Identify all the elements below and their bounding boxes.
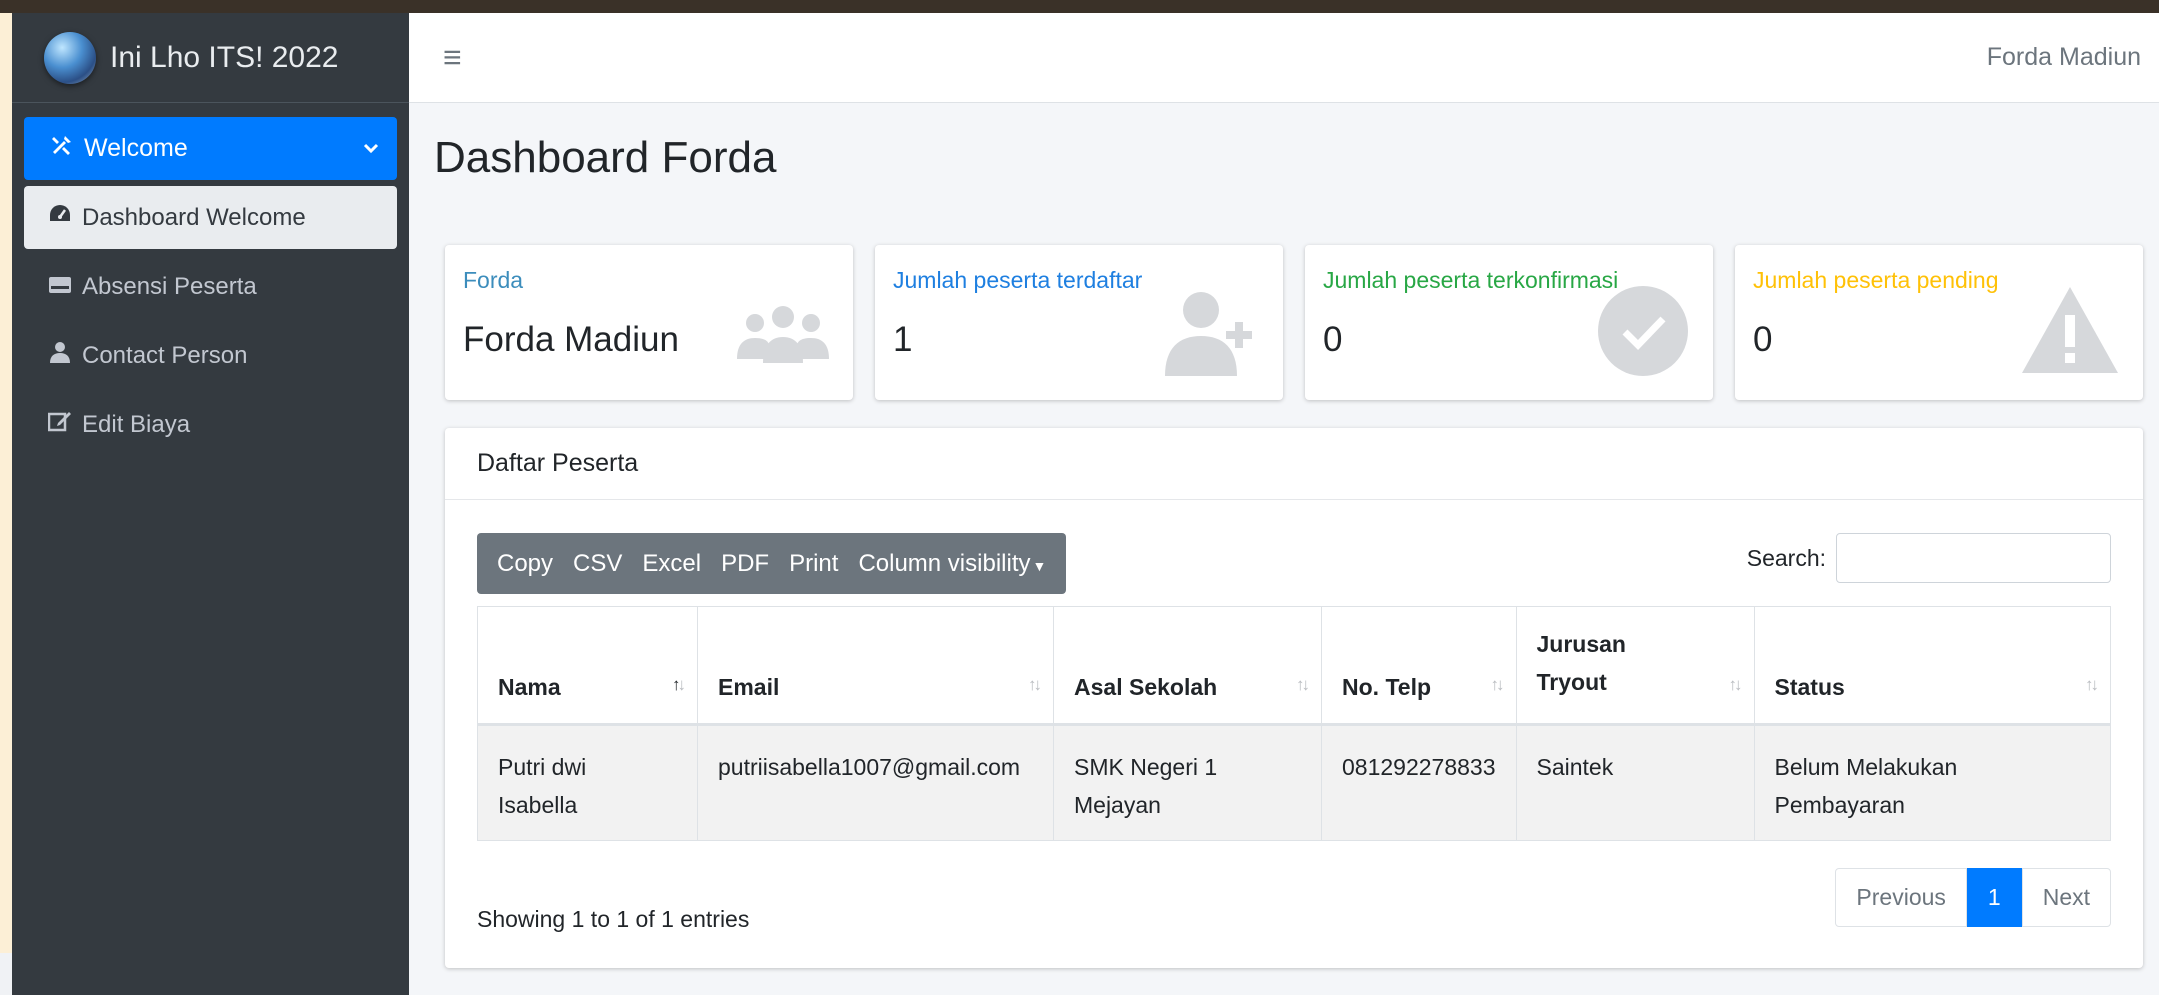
stat-card-terdaftar: Jumlah peserta terdaftar 1 bbox=[875, 245, 1283, 400]
check-circle-icon bbox=[1597, 285, 1689, 382]
csv-button[interactable]: CSV bbox=[563, 550, 632, 578]
edit-icon bbox=[46, 410, 74, 439]
sort-icon: ↑↓ bbox=[1028, 675, 1042, 694]
sort-icon: ↑↓ bbox=[1296, 675, 1310, 694]
table-row: Putri dwi Isabella putriisabella1007@gma… bbox=[477, 724, 2111, 841]
brand-title: Ini Lho ITS! 2022 bbox=[110, 40, 339, 74]
users-icon bbox=[733, 303, 833, 368]
sidebar-item-contact-person[interactable]: Contact Person bbox=[24, 324, 397, 387]
copy-button[interactable]: Copy bbox=[487, 550, 563, 578]
column-header-nama[interactable]: Nama ↑↓ bbox=[477, 606, 698, 726]
chevron-down-icon bbox=[363, 134, 379, 163]
sidebar-item-label: Contact Person bbox=[82, 341, 248, 369]
window-left-edge bbox=[0, 13, 12, 953]
window-bottom-left bbox=[0, 953, 12, 995]
warning-icon bbox=[2021, 285, 2119, 380]
cell-status: Belum Melakukan Pembayaran bbox=[1753, 724, 2111, 841]
cell-nama: Putri dwi Isabella bbox=[477, 724, 698, 841]
topbar: ≡ Forda Madiun bbox=[409, 13, 2159, 103]
cell-no-telp: 081292278833 bbox=[1321, 724, 1517, 841]
sidebar-item-label: Dashboard Welcome bbox=[82, 203, 306, 231]
window-top-edge bbox=[0, 0, 2159, 13]
cell-jurusan-tryout: Saintek bbox=[1515, 724, 1755, 841]
sidebar-item-welcome[interactable]: Welcome bbox=[24, 117, 397, 180]
column-header-no-telp[interactable]: No. Telp ↑↓ bbox=[1321, 606, 1517, 726]
stat-card-forda: Forda Forda Madiun bbox=[445, 245, 853, 400]
search-input[interactable] bbox=[1836, 533, 2111, 583]
sort-icon: ↑↓ bbox=[1728, 675, 1743, 694]
sidebar: Ini Lho ITS! 2022 Welcome Dashboard Welc… bbox=[12, 13, 409, 995]
pagination: Previous 1 Next bbox=[1835, 868, 2111, 927]
user-plus-icon bbox=[1161, 290, 1261, 381]
sidebar-item-label: Absensi Peserta bbox=[82, 272, 257, 300]
search-label: Search: bbox=[1746, 544, 1826, 571]
participants-table: Nama ↑↓ Email ↑↓ Asal Sekolah ↑↓ No. Telp ↑↓… bbox=[477, 606, 2111, 841]
sidebar-item-dashboard-welcome[interactable]: Dashboard Welcome bbox=[24, 186, 397, 249]
table-header-row: Nama ↑↓ Email ↑↓ Asal Sekolah ↑↓ No. Telp ↑↓… bbox=[477, 606, 2111, 726]
brand-logo bbox=[44, 31, 96, 84]
column-header-email[interactable]: Email ↑↓ bbox=[697, 606, 1054, 726]
page-title: Dashboard Forda bbox=[434, 133, 777, 182]
next-page-button[interactable]: Next bbox=[2021, 868, 2111, 927]
sidebar-nav: Welcome Dashboard Welcome Absensi Pesert… bbox=[12, 103, 409, 456]
stat-card-pending: Jumlah peserta pending 0 bbox=[1735, 245, 2143, 400]
cell-email: putriisabella1007@gmail.com bbox=[697, 724, 1054, 841]
stat-cards: Forda Forda Madiun Jumlah peserta terdaf… bbox=[445, 245, 2143, 400]
print-button[interactable]: Print bbox=[779, 550, 848, 578]
export-buttons: Copy CSV Excel PDF Print Column visibili… bbox=[477, 533, 1067, 594]
id-card-icon bbox=[46, 273, 74, 301]
column-visibility-button[interactable]: Column visibility ▼ bbox=[848, 550, 1056, 578]
sort-icon: ↑↓ bbox=[672, 675, 686, 694]
sidebar-item-label: Welcome bbox=[84, 134, 188, 162]
card-title: Daftar Peserta bbox=[445, 428, 2143, 500]
hamburger-menu-icon[interactable]: ≡ bbox=[443, 39, 462, 76]
sidebar-item-label: Edit Biaya bbox=[82, 410, 191, 438]
stat-card-terkonfirmasi: Jumlah peserta terkonfirmasi 0 bbox=[1305, 245, 1713, 400]
brand-link[interactable]: Ini Lho ITS! 2022 bbox=[12, 13, 409, 103]
column-header-asal-sekolah[interactable]: Asal Sekolah ↑↓ bbox=[1053, 606, 1322, 726]
main-content: ≡ Forda Madiun Dashboard Forda Forda For… bbox=[409, 13, 2159, 995]
excel-button[interactable]: Excel bbox=[632, 550, 711, 578]
column-header-jurusan-tryout[interactable]: Jurusan Tryout ↑↓ bbox=[1515, 606, 1755, 726]
user-icon bbox=[46, 341, 74, 370]
user-name[interactable]: Forda Madiun bbox=[1987, 43, 2141, 72]
tachometer-icon bbox=[46, 203, 74, 232]
sort-icon: ↑↓ bbox=[1490, 675, 1505, 694]
participants-card: Daftar Peserta Copy CSV Excel PDF Print … bbox=[445, 428, 2143, 968]
column-visibility-label: Column visibility bbox=[858, 549, 1031, 577]
sidebar-item-absensi-peserta[interactable]: Absensi Peserta bbox=[24, 255, 397, 318]
pdf-button[interactable]: PDF bbox=[711, 550, 779, 578]
sort-icon: ↑↓ bbox=[2085, 675, 2099, 694]
cell-asal-sekolah: SMK Negeri 1 Mejayan bbox=[1053, 724, 1322, 841]
page-1-button[interactable]: 1 bbox=[1966, 868, 2022, 927]
tools-icon bbox=[48, 133, 76, 164]
sidebar-item-edit-biaya[interactable]: Edit Biaya bbox=[24, 393, 397, 456]
caret-down-icon: ▼ bbox=[1032, 557, 1047, 574]
stat-card-label: Forda bbox=[463, 267, 524, 293]
table-info: Showing 1 to 1 of 1 entries bbox=[477, 906, 750, 932]
search-box: Search: bbox=[1747, 533, 2111, 583]
previous-page-button[interactable]: Previous bbox=[1835, 868, 1967, 927]
column-header-status[interactable]: Status ↑↓ bbox=[1753, 606, 2111, 726]
